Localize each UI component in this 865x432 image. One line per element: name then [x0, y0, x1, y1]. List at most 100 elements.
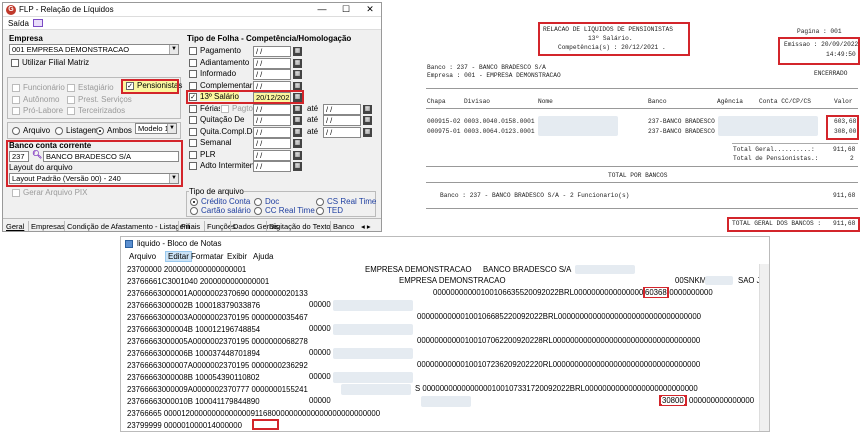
ate-date-input[interactable]: / /	[323, 103, 361, 115]
chevron-down-icon[interactable]: ▼	[167, 124, 176, 133]
cartao-salario-label: Cartão salário	[201, 206, 251, 215]
folha-checkbox[interactable]	[189, 70, 197, 78]
np-menu-ajuda[interactable]: Ajuda	[253, 252, 273, 261]
redacted-field	[575, 265, 635, 274]
report-subtitle: 13º Salário.	[588, 35, 633, 42]
folha-checkbox[interactable]	[189, 81, 197, 90]
report-title: RELACAO DE LIQUIDOS DE PENSIONISTAS	[543, 26, 673, 33]
close-button[interactable]: ✕	[359, 4, 381, 16]
minimize-button[interactable]: —	[311, 4, 333, 16]
folha-checkbox[interactable]	[189, 139, 197, 147]
folha-checkbox[interactable]	[189, 58, 197, 67]
calendar-icon[interactable]: ▦	[293, 58, 302, 68]
ted-radio[interactable]	[316, 207, 324, 215]
tab-condi-o-de-afastamento-listagem[interactable]: Condição de Afastamento - Listagem	[67, 222, 190, 231]
report-banco-sum-val: 911,68	[833, 192, 856, 199]
folha-checkbox[interactable]	[189, 104, 197, 113]
folha-date-input[interactable]: / /	[253, 149, 291, 161]
calendar-icon[interactable]: ▦	[293, 162, 302, 171]
folha-checkbox[interactable]	[189, 47, 197, 55]
report-total-geral-label: Total Geral..........:	[733, 146, 815, 153]
np-menu-exibir[interactable]: Exibir	[227, 252, 247, 261]
terceirizados-checkbox[interactable]	[67, 107, 75, 115]
calendar-icon[interactable]: ▦	[363, 104, 372, 114]
maximize-button[interactable]: ☐	[335, 4, 357, 16]
calendar-icon[interactable]: ▦	[293, 150, 302, 160]
tab-geral[interactable]: Geral	[6, 222, 24, 231]
estagiario-label: Estagiário	[78, 83, 114, 92]
report-col-header: Divisao	[464, 98, 490, 105]
tab-digita-o-do-texto[interactable]: Digitação do Texto	[269, 222, 331, 231]
tab-fun-es[interactable]: Funções	[207, 222, 236, 231]
np-menu-formatar[interactable]: Formatar	[191, 252, 223, 261]
report-col-header: Banco	[648, 98, 667, 105]
folha-checkbox[interactable]	[189, 162, 197, 170]
menu-saida[interactable]: Saída	[8, 19, 29, 28]
cs-real-time-radio[interactable]	[316, 198, 324, 206]
pro-labore-checkbox[interactable]	[12, 107, 20, 115]
vertical-scrollbar[interactable]	[759, 264, 769, 431]
chevron-down-icon[interactable]: ▼	[169, 45, 178, 54]
exit-icon[interactable]	[33, 19, 43, 27]
np-zeros: 00000	[309, 300, 331, 309]
report-cell-chapa: 000915-02	[427, 118, 461, 125]
calendar-icon[interactable]: ▦	[293, 139, 302, 148]
listagem-radio[interactable]	[55, 127, 63, 135]
calendar-icon[interactable]: ▦	[363, 116, 372, 125]
tab-scroll-arrows-icon[interactable]: ◂ ▸	[361, 222, 371, 231]
np-zeros: 00000	[309, 324, 331, 333]
tab-banco[interactable]: Banco	[333, 222, 354, 231]
cartao-salario-radio[interactable]	[190, 207, 198, 215]
decimo-terceiro-redbox	[186, 90, 304, 104]
tab-filiais[interactable]: Filiais	[181, 222, 200, 231]
folha-checkbox[interactable]	[189, 127, 197, 136]
report-divider	[426, 182, 858, 183]
cc-real-time-radio[interactable]	[254, 207, 262, 215]
folha-date-input[interactable]: / /	[253, 138, 291, 149]
ate-date-input[interactable]: / /	[323, 126, 361, 138]
report-preview: RELACAO DE LIQUIDOS DE PENSIONISTAS 13º …	[422, 6, 862, 234]
np-menu-arquivo[interactable]: Arquivo	[129, 252, 156, 261]
gerar-pix-checkbox[interactable]	[12, 189, 20, 197]
funcionario-checkbox[interactable]	[12, 84, 20, 92]
credito-conta-radio[interactable]	[190, 198, 198, 206]
calendar-icon[interactable]: ▦	[293, 104, 302, 114]
tab-empresas[interactable]: Empresas	[31, 222, 65, 231]
pagto-checkbox[interactable]	[221, 104, 229, 113]
folha-header: Tipo de Folha - Competência/Homologação	[187, 34, 352, 43]
calendar-icon[interactable]: ▦	[293, 127, 302, 137]
cc-real-time-label: CC Real Time	[265, 206, 315, 215]
calendar-icon[interactable]: ▦	[293, 70, 302, 79]
calendar-icon[interactable]: ▦	[293, 47, 302, 56]
ate-label: até	[307, 126, 319, 136]
folha-date-input[interactable]: / /	[253, 126, 291, 138]
folha-date-input[interactable]: / /	[253, 161, 291, 172]
ambos-radio[interactable]	[96, 127, 104, 135]
report-col-header: Agência	[717, 98, 743, 105]
calendar-icon[interactable]: ▦	[293, 116, 302, 125]
arquivo-radio[interactable]	[12, 127, 20, 135]
modelo-select[interactable]: Modelo 1 ▼	[135, 123, 177, 134]
redacted-field	[421, 396, 471, 407]
credito-conta-label: Crédito Conta	[201, 197, 251, 206]
empresa-select[interactable]: 001 EMPRESA DEMONSTRACAO ▼	[9, 44, 179, 55]
filial-matriz-checkbox[interactable]	[11, 59, 19, 67]
tipo-arquivo-label: Tipo de arquivo	[189, 187, 244, 196]
folha-checkbox[interactable]	[189, 150, 197, 159]
folha-date-input[interactable]: / /	[253, 115, 291, 126]
prest-servicos-checkbox[interactable]	[67, 96, 75, 104]
doc-radio[interactable]	[254, 198, 262, 206]
folha-date-input[interactable]: / /	[253, 57, 291, 69]
autonomo-checkbox[interactable]	[12, 96, 20, 104]
np-menu-editar[interactable]: Editar	[165, 251, 192, 262]
folha-date-input[interactable]: / /	[253, 69, 291, 80]
notepad-text[interactable]: 23700000 2000000000000000001 23766661C300…	[121, 264, 769, 431]
estagiario-checkbox[interactable]	[67, 84, 75, 92]
calendar-icon[interactable]: ▦	[363, 127, 372, 137]
tab-separator	[178, 221, 179, 231]
folha-checkbox[interactable]	[189, 116, 197, 124]
folha-date-input[interactable]: / /	[253, 103, 291, 115]
ate-date-input[interactable]: / /	[323, 115, 361, 126]
folha-date-input[interactable]: / /	[253, 46, 291, 57]
np-total-redbox	[252, 419, 279, 430]
